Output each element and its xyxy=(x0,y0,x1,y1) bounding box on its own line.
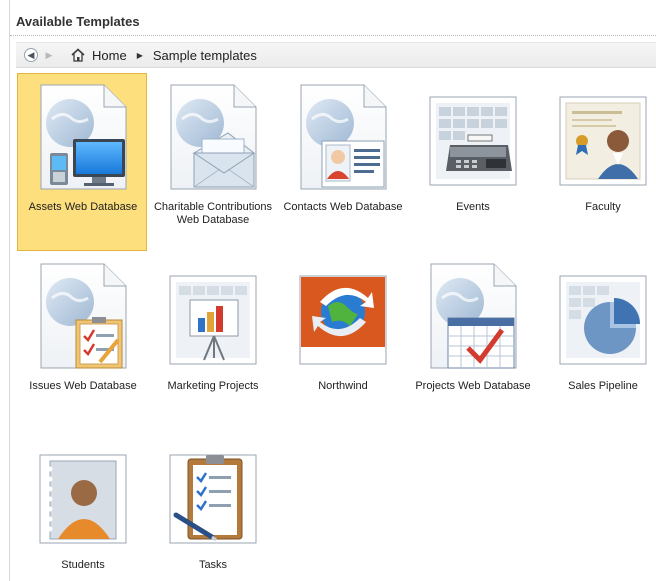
template-label: Charitable Contributions Web Database xyxy=(153,201,272,226)
back-arrow-icon[interactable]: ◀ xyxy=(24,48,38,62)
template-marketing-projects[interactable]: Marketing Projects xyxy=(147,252,277,430)
template-charitable-contributions[interactable]: Charitable Contributions Web Database xyxy=(147,73,277,251)
events-icon xyxy=(428,83,518,191)
home-icon[interactable] xyxy=(70,48,86,62)
template-label: Projects Web Database xyxy=(415,380,531,392)
template-label: Sales Pipeline xyxy=(568,380,638,392)
contacts-web-database-icon xyxy=(298,83,388,191)
template-students[interactable]: Students xyxy=(17,431,147,581)
template-events[interactable]: Events xyxy=(407,73,537,251)
panel-left-border xyxy=(9,0,10,581)
template-issues-web-database[interactable]: Issues Web Database xyxy=(17,252,147,430)
projects-web-database-icon xyxy=(428,262,518,370)
marketing-projects-icon xyxy=(168,262,258,370)
template-tasks[interactable]: Tasks xyxy=(147,431,277,581)
template-projects-web-database[interactable]: Projects Web Database xyxy=(407,252,537,430)
template-label: Students xyxy=(61,559,105,571)
sales-pipeline-icon xyxy=(558,262,648,370)
template-label: Northwind xyxy=(318,380,368,392)
title-divider xyxy=(10,35,656,36)
template-label: Events xyxy=(456,201,490,213)
template-faculty[interactable]: Faculty xyxy=(537,73,656,251)
breadcrumb-bar: ◀ ▶ Home ▶ Sample templates xyxy=(16,42,656,68)
template-northwind[interactable]: Northwind xyxy=(277,252,407,430)
template-assets-web-database[interactable]: Assets Web Database xyxy=(17,73,147,251)
northwind-icon xyxy=(298,262,388,370)
panel-title: Available Templates xyxy=(16,14,140,29)
forward-arrow-icon[interactable]: ▶ xyxy=(42,48,56,62)
assets-web-database-icon xyxy=(38,83,128,191)
faculty-icon xyxy=(558,83,648,191)
charitable-contributions-icon xyxy=(168,83,258,191)
breadcrumb-separator-icon: ▶ xyxy=(136,50,143,60)
breadcrumb-home[interactable]: Home xyxy=(92,48,127,63)
template-label: Marketing Projects xyxy=(167,380,259,392)
issues-web-database-icon xyxy=(38,262,128,370)
tasks-icon xyxy=(168,441,258,549)
template-label: Assets Web Database xyxy=(28,201,138,213)
students-icon xyxy=(38,441,128,549)
template-label: Contacts Web Database xyxy=(283,201,403,213)
breadcrumb-sample-templates[interactable]: Sample templates xyxy=(153,48,257,63)
template-label: Tasks xyxy=(198,559,228,571)
template-sales-pipeline[interactable]: Sales Pipeline xyxy=(537,252,656,430)
template-label: Issues Web Database xyxy=(29,380,137,392)
template-contacts-web-database[interactable]: Contacts Web Database xyxy=(277,73,407,251)
template-label: Faculty xyxy=(585,201,621,213)
